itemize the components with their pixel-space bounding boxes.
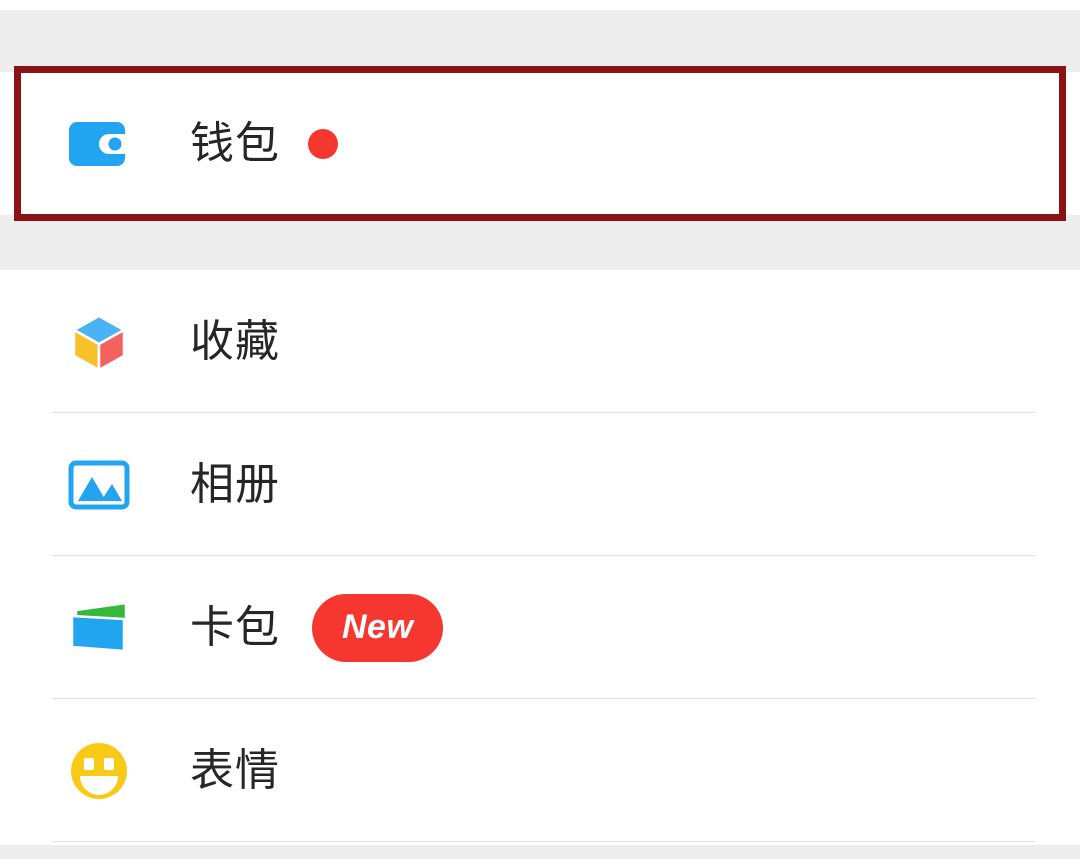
cards-row[interactable]: 卡包 New <box>0 556 1080 699</box>
wallet-label: 钱包 <box>190 117 280 169</box>
album-label: 相册 <box>190 458 280 510</box>
favorites-label: 收藏 <box>190 315 280 367</box>
wallet-row[interactable]: 钱包 <box>0 72 1080 215</box>
new-badge: New <box>312 593 444 662</box>
top-white-sliver <box>0 0 1080 10</box>
menu-section: 收藏 相册 卡包 New 表情 <box>0 270 1080 845</box>
wallet-unread-dot <box>308 128 338 159</box>
cards-icon <box>62 591 136 665</box>
stickers-row[interactable]: 表情 <box>0 699 1080 842</box>
bottom-gray-band <box>0 845 1080 859</box>
favorites-row[interactable]: 收藏 <box>0 270 1080 413</box>
app-screen: 钱包 收藏 相册 卡包 New 表情 <box>0 0 1080 859</box>
cards-label: 卡包 <box>190 601 280 653</box>
row-separator <box>52 841 1035 842</box>
photo-icon <box>62 448 136 522</box>
stickers-label: 表情 <box>190 744 280 796</box>
album-row[interactable]: 相册 <box>0 413 1080 556</box>
cube-icon <box>62 305 136 379</box>
wallet-icon <box>62 107 136 181</box>
section-gap <box>0 215 1080 270</box>
wallet-section: 钱包 <box>0 72 1080 215</box>
smiley-icon <box>62 734 136 808</box>
